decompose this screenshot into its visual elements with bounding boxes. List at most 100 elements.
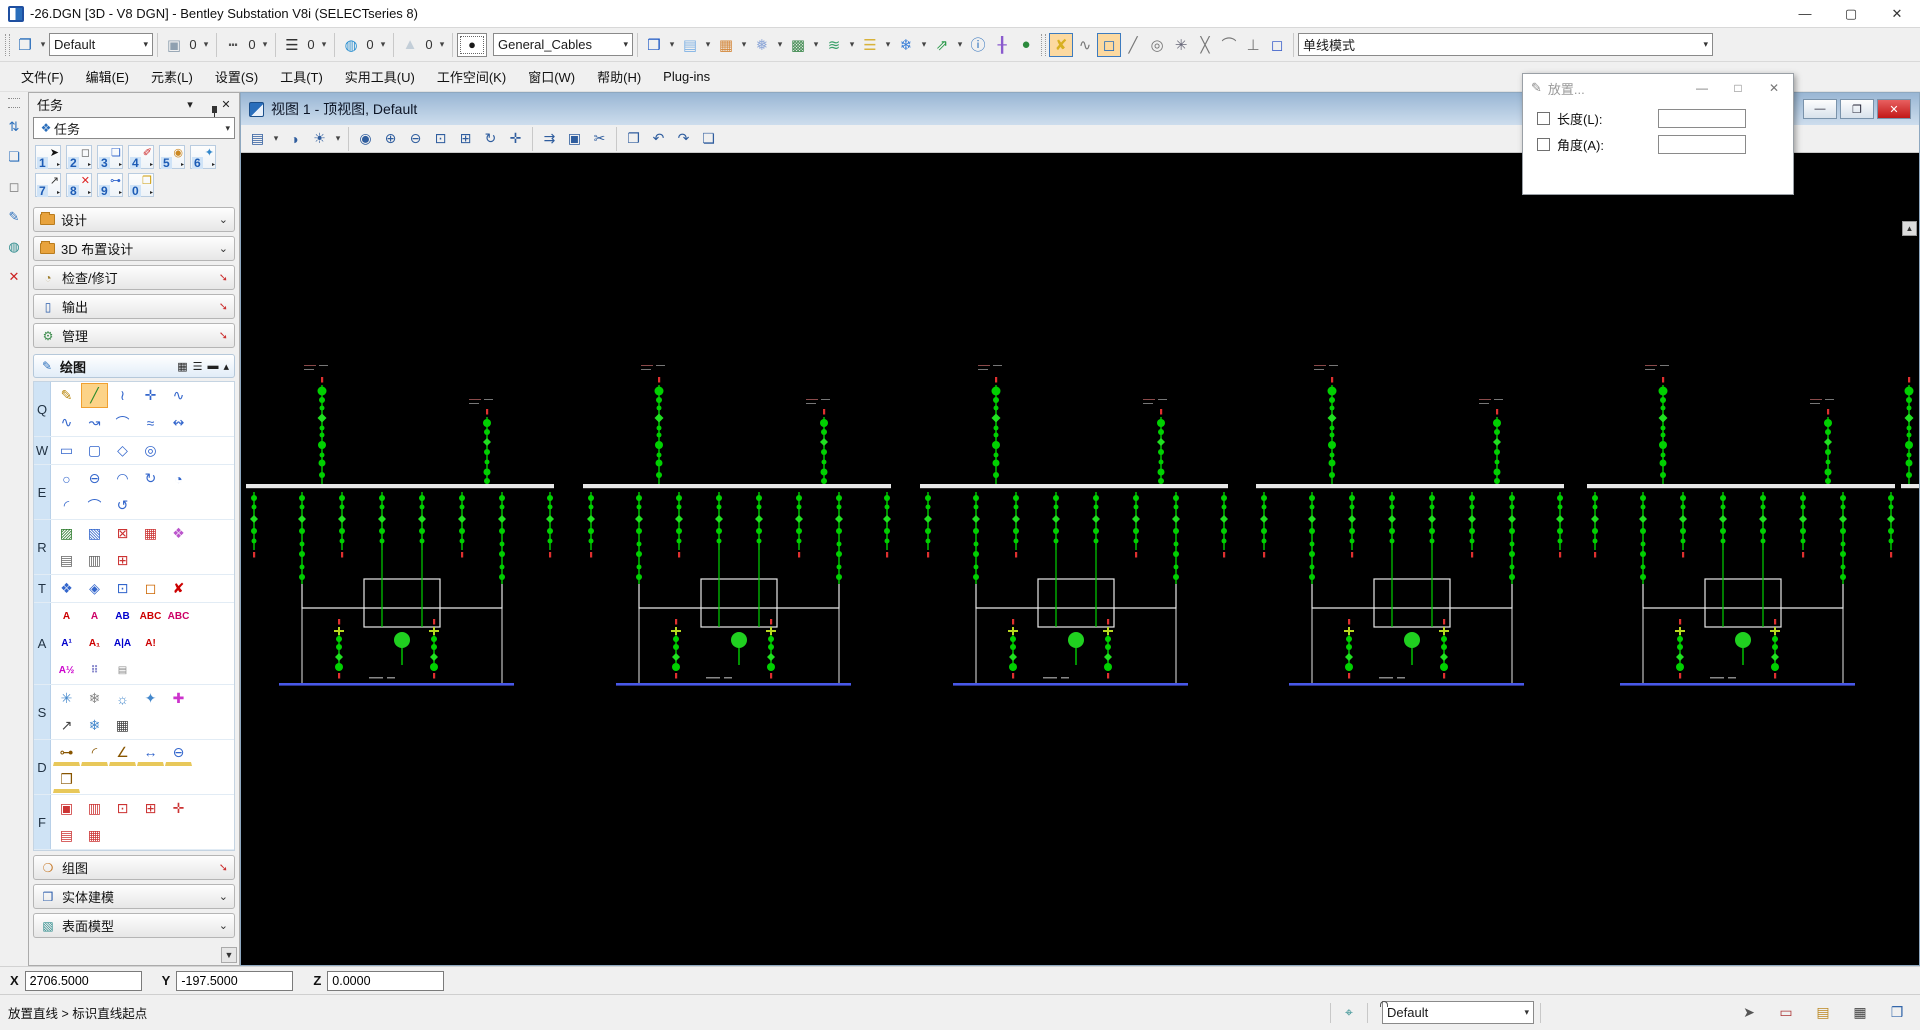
tool-icon[interactable]: ✳: [53, 686, 80, 711]
tool-icon[interactable]: ▤: [53, 548, 80, 573]
tool-icon[interactable]: ▣: [53, 796, 80, 821]
z-coordinate-input[interactable]: [327, 971, 444, 991]
tool-icon[interactable]: ◜: [81, 741, 108, 766]
clip-volume-icon[interactable]: ✂: [587, 127, 612, 150]
section-3D 布置设计[interactable]: 3D 布置设计⌄: [33, 236, 235, 261]
line-weight-icon[interactable]: ☰: [280, 33, 304, 57]
accusnap-status-icon[interactable]: ⌖: [1337, 1004, 1361, 1021]
chevron-down-icon[interactable]: ▾: [954, 39, 966, 50]
nearest-snap-icon[interactable]: ╱: [1121, 33, 1145, 57]
copy-view-icon[interactable]: ❐: [621, 127, 646, 150]
canvas-scroll-up-button[interactable]: ▲: [1902, 221, 1917, 236]
drawing-section-header[interactable]: ✎ 绘图 ▦ ☰ ▬ ▴: [33, 354, 235, 378]
selection-set-icon[interactable]: ➤: [1734, 1004, 1764, 1021]
pan-view-icon[interactable]: ✛: [503, 127, 528, 150]
tool-icon[interactable]: ▦: [137, 521, 164, 546]
line-style-icon[interactable]: ┅: [221, 33, 245, 57]
tool-icon[interactable]: ▨: [53, 521, 80, 546]
window-area-icon[interactable]: ⊡: [428, 127, 453, 150]
active-model-icon[interactable]: ❒: [1882, 1004, 1912, 1021]
perpendicular-snap-icon[interactable]: ⊥: [1241, 33, 1265, 57]
tool-icon[interactable]: A¹: [53, 631, 80, 656]
chevron-down-icon[interactable]: ▾: [270, 133, 282, 144]
color-icon[interactable]: ▣: [162, 33, 186, 57]
tool-icon[interactable]: ◇: [109, 438, 136, 463]
tool-icon[interactable]: ↺: [109, 493, 136, 518]
layout-grid-icon[interactable]: ▦: [177, 360, 187, 373]
view-restore-button[interactable]: ❐: [1840, 99, 1874, 119]
chevron-down-icon[interactable]: ▾: [436, 39, 448, 50]
point-on-snap-icon[interactable]: ◻: [1265, 33, 1289, 57]
menu-item-4[interactable]: 设置(S): [204, 63, 269, 90]
view-display-style-icon[interactable]: ◑: [282, 127, 307, 150]
zoom-out-icon[interactable]: ⊖: [403, 127, 428, 150]
tool-icon[interactable]: ≀: [109, 383, 136, 408]
tool-icon[interactable]: ╱: [81, 383, 108, 408]
active-settings-combo[interactable]: Default▾: [49, 33, 153, 56]
drawing-canvas[interactable]: ▲: [241, 153, 1919, 965]
menu-item-1[interactable]: 文件(F): [10, 63, 75, 90]
quick-task-button-9[interactable]: ⊶9▸: [97, 173, 123, 197]
reference-icon[interactable]: ❅: [750, 33, 774, 57]
section-检查/修订[interactable]: ◔检查/修订➘: [33, 265, 235, 290]
tool-icon[interactable]: ◔: [165, 466, 192, 491]
intersection-snap-icon[interactable]: ╳: [1193, 33, 1217, 57]
active-point-button[interactable]: ●: [457, 33, 487, 57]
chevron-down-icon[interactable]: ▾: [774, 39, 786, 50]
task-panel-close-icon[interactable]: ✕: [217, 98, 235, 111]
view-minimize-button[interactable]: —: [1803, 99, 1837, 119]
menu-item-6[interactable]: 实用工具(U): [334, 63, 426, 90]
dock-select-icon[interactable]: ⇅: [3, 116, 25, 138]
dock-delete-icon[interactable]: ✕: [3, 266, 25, 288]
primary-tools-icon[interactable]: ❐: [13, 33, 37, 57]
menu-item-9[interactable]: 帮助(H): [586, 63, 652, 90]
info-icon[interactable]: ⓘ: [966, 33, 990, 57]
tool-icon[interactable]: ○: [53, 466, 80, 491]
tool-icon[interactable]: AB: [109, 604, 136, 629]
tool-icon[interactable]: ◜: [53, 493, 80, 518]
view-next-icon[interactable]: ↷: [671, 127, 696, 150]
tool-icon[interactable]: ▢: [81, 438, 108, 463]
walk-icon[interactable]: ⇉: [537, 127, 562, 150]
chevron-down-icon[interactable]: ▾: [200, 39, 212, 50]
panel-scroll-down-button[interactable]: ▼: [221, 947, 237, 963]
quick-task-button-4[interactable]: ✐4▸: [128, 145, 154, 169]
fence-mode-icon[interactable]: ▭: [1771, 1004, 1801, 1021]
tool-icon[interactable]: ⊶: [53, 741, 80, 766]
chevron-down-icon[interactable]: ▾: [702, 39, 714, 50]
task-panel-header[interactable]: 任务 ▾ ✕: [29, 93, 239, 115]
tool-icon[interactable]: ▥: [81, 796, 108, 821]
quick-task-button-8[interactable]: ✕8▸: [66, 173, 92, 197]
view-previous-icon[interactable]: ↶: [646, 127, 671, 150]
tool-icon[interactable]: A|A: [109, 631, 136, 656]
section-表面模型[interactable]: ▧表面模型⌄: [33, 913, 235, 938]
section-设计[interactable]: 设计⌄: [33, 207, 235, 232]
chevron-down-icon[interactable]: ▾: [332, 133, 344, 144]
lock-icon[interactable]: [1374, 1006, 1382, 1020]
chevron-down-icon[interactable]: ▾: [738, 39, 750, 50]
section-管理[interactable]: ⚙管理➘: [33, 323, 235, 348]
tool-icon[interactable]: ◈: [81, 576, 108, 601]
chevron-down-icon[interactable]: ▾: [259, 39, 271, 50]
angle-input[interactable]: [1658, 135, 1746, 154]
menu-item-2[interactable]: 编辑(E): [75, 63, 140, 90]
raster-manager-icon[interactable]: ▩: [786, 33, 810, 57]
tool-icon[interactable]: ▦: [81, 823, 108, 848]
snap-lens-icon[interactable]: ❄: [894, 33, 918, 57]
tool-icon[interactable]: ◠: [109, 466, 136, 491]
dialog-close-button[interactable]: ✕: [1759, 77, 1789, 99]
sphere-icon[interactable]: ●: [1014, 33, 1038, 57]
tool-icon[interactable]: ▤: [109, 658, 136, 683]
tool-icon[interactable]: ↔: [137, 741, 164, 766]
quick-task-button-3[interactable]: ❏3▸: [97, 145, 123, 169]
tool-icon[interactable]: ✛: [165, 796, 192, 821]
task-panel-menu-caret-icon[interactable]: ▾: [181, 98, 199, 111]
tool-icon[interactable]: ABC: [165, 604, 192, 629]
menu-item-10[interactable]: Plug-ins: [652, 65, 721, 88]
view-magnify-icon[interactable]: ◉: [353, 127, 378, 150]
zoom-in-icon[interactable]: ⊕: [378, 127, 403, 150]
tool-icon[interactable]: ⌒: [109, 410, 136, 435]
tool-icon[interactable]: ⊖: [165, 741, 192, 766]
center-snap-icon[interactable]: ✳: [1169, 33, 1193, 57]
chevron-down-icon[interactable]: ▾: [882, 39, 894, 50]
